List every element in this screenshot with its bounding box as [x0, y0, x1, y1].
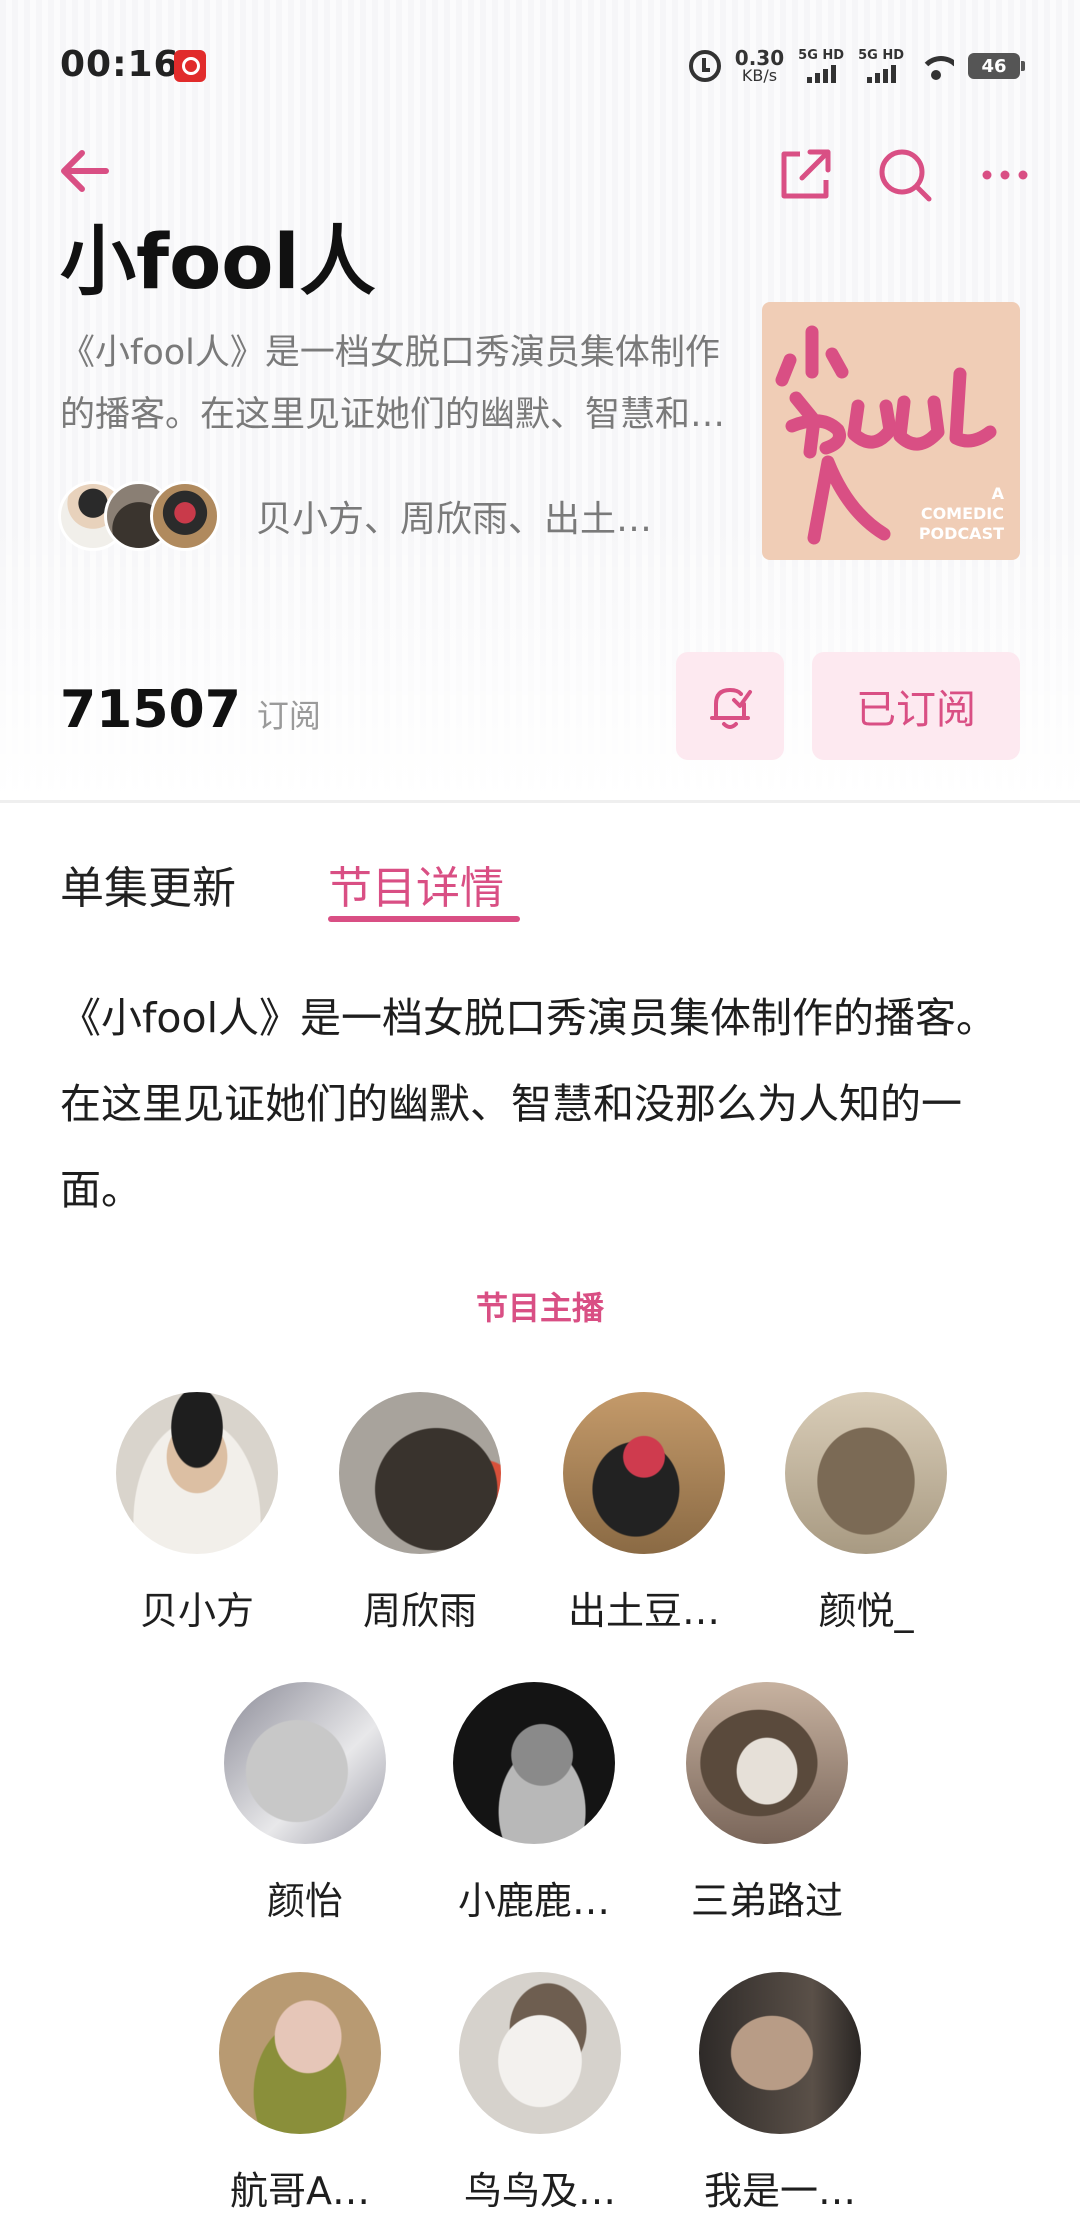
avatar [219, 1972, 381, 2134]
avatar [150, 481, 220, 551]
host-card[interactable]: 周欣雨 [310, 1392, 530, 1635]
host-name: 颜悦_ [818, 1589, 914, 1633]
host-card[interactable]: 鸟鸟及… [430, 1972, 650, 2215]
detail-description: 《小fool人》是一档女脱口秀演员集体制作的播客。在这里见证她们的幽默、智慧和没… [60, 994, 997, 1214]
sim1-label: 5G HD [798, 48, 845, 63]
battery-icon: 46 [968, 53, 1025, 79]
avatar [116, 1392, 278, 1554]
host-card[interactable]: 航哥A… [190, 1972, 410, 2215]
signal-sim1-icon: 5G HD [798, 49, 844, 83]
status-indicators: 0.30 KB/s 5G HD 5G HD 46 [688, 46, 1025, 86]
podcast-cover[interactable]: A COMEDIC PODCAST [762, 302, 1020, 560]
nav-actions [770, 140, 1040, 210]
share-icon [781, 149, 831, 199]
arrow-left-icon [61, 150, 109, 192]
tab-episodes[interactable]: 单集更新 [60, 852, 236, 916]
host-card[interactable]: 颜悦_ [756, 1392, 976, 1635]
netease-music-icon [174, 50, 206, 82]
host-card[interactable]: 贝小方 [87, 1392, 307, 1635]
host-name: 航哥A… [230, 2169, 370, 2213]
host-name: 出土豆… [567, 1589, 720, 1633]
podcast-title: 小fool人 [60, 217, 376, 306]
host-name: 我是一… [703, 2169, 856, 2213]
more-icon [982, 170, 1028, 180]
host-card[interactable]: 三弟路过 [657, 1682, 877, 1925]
sim2-label: 5G HD [858, 48, 904, 63]
cover-caption: A COMEDIC PODCAST [918, 484, 1004, 543]
avatar [699, 1972, 861, 2134]
host-name: 鸟鸟及… [463, 2169, 616, 2213]
avatar [459, 1972, 621, 2134]
subscriber-count: 71507 订阅 [60, 680, 321, 740]
avatar [785, 1392, 947, 1554]
avatar [563, 1392, 725, 1554]
share-button[interactable] [770, 140, 840, 210]
host-name: 颜怡 [266, 1879, 343, 1923]
host-name: 周欣雨 [362, 1589, 477, 1633]
alarm-icon [688, 50, 721, 82]
avatar [686, 1682, 848, 1844]
signal-sim2-icon: 5G HD [858, 49, 904, 83]
divider [0, 800, 1080, 803]
notification-button[interactable] [676, 652, 784, 760]
host-card[interactable]: 颜怡 [195, 1682, 415, 1925]
host-card[interactable]: 我是一… [670, 1972, 890, 2215]
tab-details[interactable]: 节目详情 [328, 852, 504, 916]
wifi-icon [918, 52, 954, 80]
host-card[interactable]: 出土豆… [534, 1392, 754, 1635]
status-bar: 00:16 0.30 KB/s 5G HD 5G HD 46 [0, 0, 1080, 130]
podcast-description[interactable]: 《小fool人》是一档女脱口秀演员集体制作的播客。在这里见证她们的幽默、智慧和没… [60, 322, 740, 446]
subscriber-count-value: 71507 [60, 680, 241, 740]
host-summary-row[interactable]: 贝小方、周欣雨、出土… [58, 480, 652, 552]
network-speed-value: 0.30 [734, 46, 785, 70]
host-card[interactable]: 小鹿鹿… [424, 1682, 644, 1925]
search-icon [879, 149, 932, 202]
avatar [224, 1682, 386, 1844]
hosts-section-title: 节目主播 [475, 1289, 604, 1327]
bell-check-icon [710, 688, 752, 729]
host-name: 小鹿鹿… [457, 1879, 610, 1923]
host-name: 贝小方 [139, 1589, 254, 1633]
subscriber-count-label: 订阅 [256, 697, 321, 735]
avatar [453, 1682, 615, 1844]
host-names-summary: 贝小方、周欣雨、出土… [256, 499, 653, 540]
search-button[interactable] [870, 140, 940, 210]
network-speed: 0.30 KB/s [735, 48, 784, 84]
subscribed-button[interactable]: 已订阅 [812, 652, 1020, 760]
more-button[interactable] [970, 140, 1040, 210]
avatar [339, 1392, 501, 1554]
network-speed-unit: KB/s [741, 66, 778, 85]
active-tab-indicator [328, 916, 520, 922]
back-button[interactable] [56, 146, 112, 196]
status-time: 00:16 [60, 44, 180, 85]
host-name: 三弟路过 [690, 1879, 843, 1923]
